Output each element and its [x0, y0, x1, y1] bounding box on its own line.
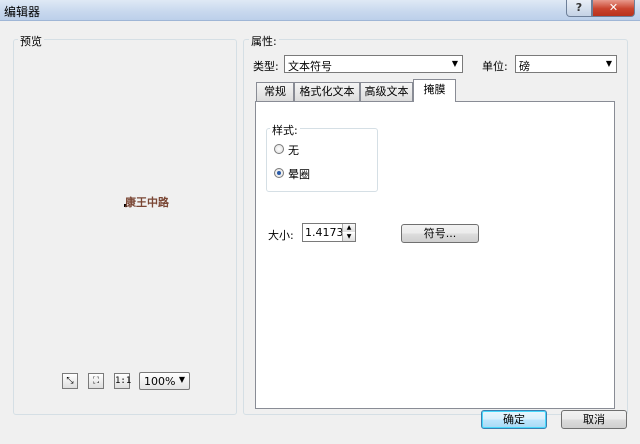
close-button[interactable]: ✕: [592, 0, 635, 17]
type-value: 文本符号: [288, 60, 332, 73]
type-label: 类型:: [253, 60, 279, 73]
type-dropdown[interactable]: 文本符号 ▼: [284, 55, 463, 73]
zoom-level-value: 100%: [144, 375, 176, 388]
spin-down-icon[interactable]: ▼: [342, 233, 355, 241]
unit-label: 单位:: [482, 60, 508, 73]
tab-formatted-text[interactable]: 格式化文本: [294, 82, 360, 101]
unit-value: 磅: [519, 60, 530, 73]
preview-group: [13, 39, 237, 415]
tab-advanced-text[interactable]: 高级文本: [360, 82, 413, 101]
mask-size-input[interactable]: 1.4173 ▲ ▼: [302, 223, 356, 242]
cancel-button[interactable]: 取消: [561, 410, 627, 429]
zoom-fit-button[interactable]: ⤡: [62, 373, 78, 389]
tab-general[interactable]: 常规: [256, 82, 294, 101]
zoom-level-dropdown[interactable]: 100% ▼: [139, 372, 190, 390]
spin-up-icon[interactable]: ▲: [342, 224, 355, 232]
actual-size-button[interactable]: 1:1: [114, 373, 131, 389]
mask-tab-panel: 样式: 无 晕圈 大小: 1.4173 ▲ ▼ 符号...: [255, 101, 615, 409]
help-button[interactable]: ?: [566, 0, 592, 17]
properties-group-label: 属性:: [249, 33, 279, 49]
mask-halo-label[interactable]: 晕圈: [288, 166, 310, 182]
title-bar: 编辑器 ? ✕: [0, 0, 640, 21]
mask-none-label[interactable]: 无: [288, 142, 299, 158]
preview-sample-text: 康王中路: [125, 196, 169, 209]
unit-dropdown[interactable]: 磅 ▼: [515, 55, 617, 73]
window-title: 编辑器: [4, 5, 41, 19]
chevron-down-icon: ▼: [178, 375, 185, 384]
mask-halo-radio[interactable]: [274, 168, 284, 178]
chevron-down-icon: ▼: [451, 59, 458, 68]
preview-group-label: 预览: [18, 33, 44, 49]
chevron-down-icon: ▼: [605, 59, 612, 68]
mask-style-label: 样式:: [270, 122, 300, 138]
tab-mask[interactable]: 掩膜: [413, 79, 456, 102]
ok-button[interactable]: 确定: [481, 410, 547, 429]
mask-size-value: 1.4173: [305, 226, 344, 239]
dialog-client: 预览 康王中路 ⤡ ⛶ 1:1 100% ▼ 属性: 类型: 文本符号 ▼ 单位…: [0, 21, 640, 444]
mask-none-radio[interactable]: [274, 144, 284, 154]
zoom-full-button[interactable]: ⛶: [88, 373, 104, 389]
mask-size-label: 大小:: [268, 229, 294, 242]
symbol-button[interactable]: 符号...: [401, 224, 479, 243]
